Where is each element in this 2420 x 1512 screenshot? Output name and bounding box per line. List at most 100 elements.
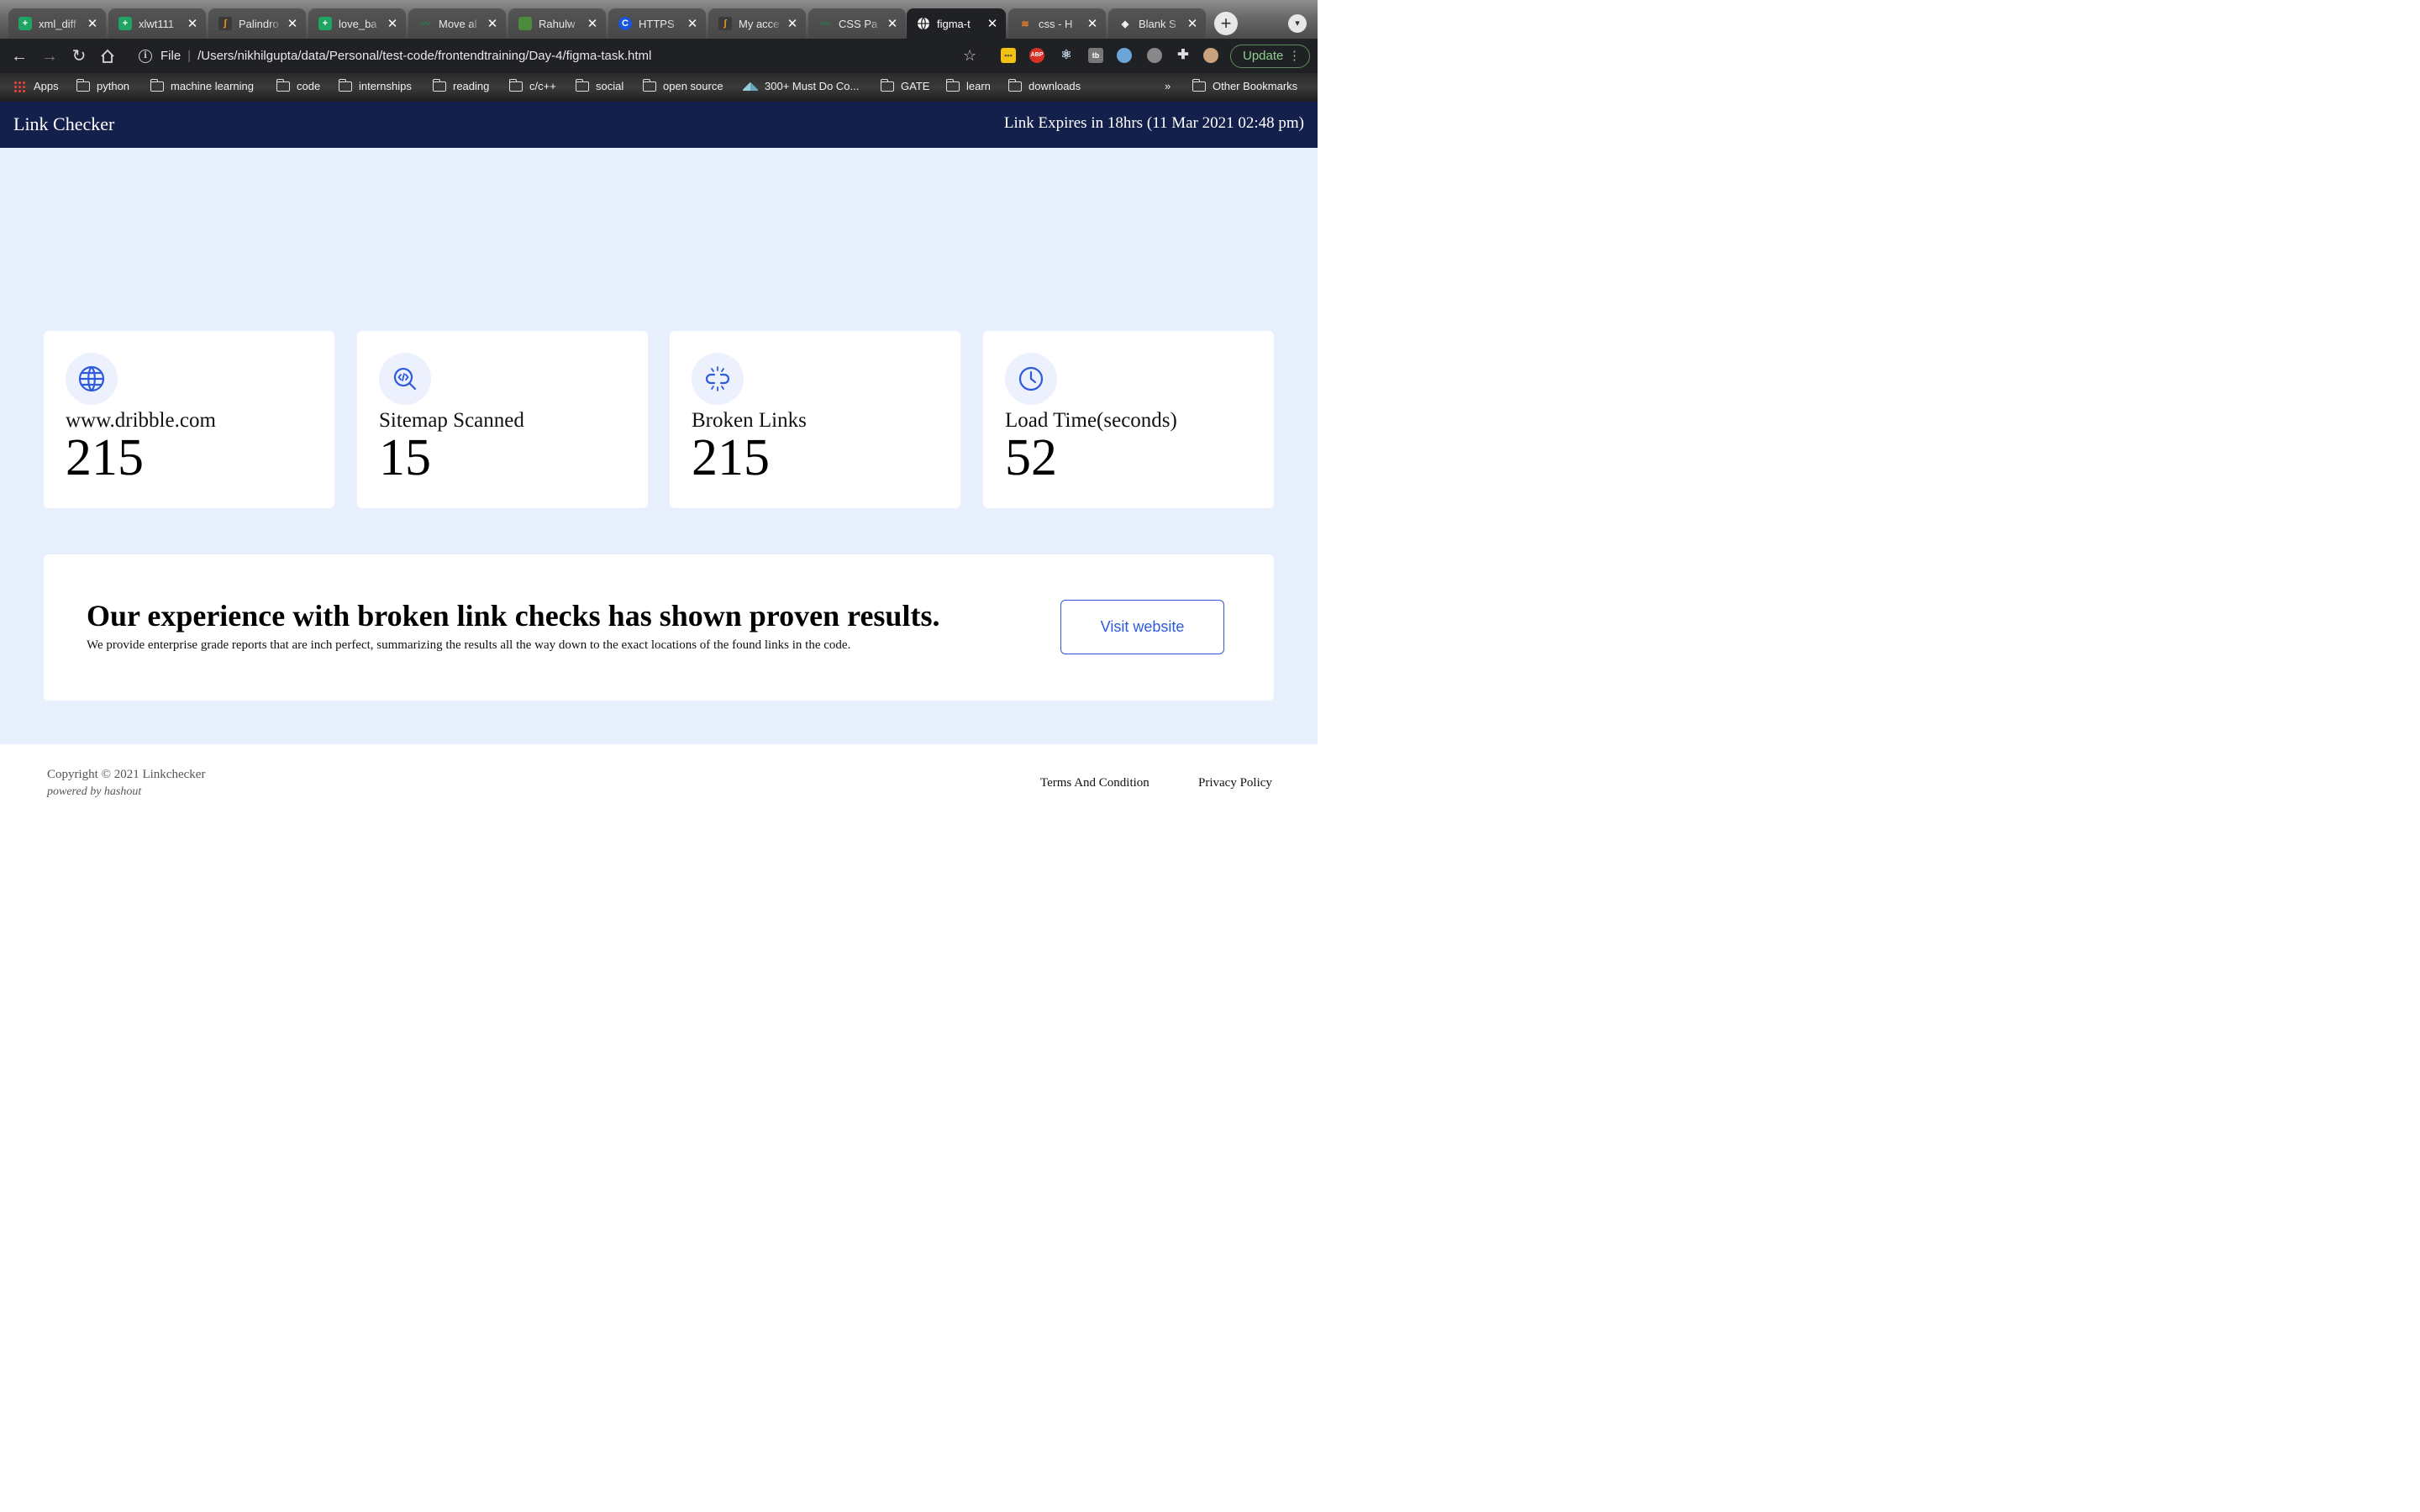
bookmark-other-bookmarks[interactable]: Other Bookmarks: [1192, 78, 1297, 92]
stat-card-broken-links: Broken Links 215: [670, 331, 960, 508]
folder-icon: [642, 78, 656, 92]
close-icon[interactable]: ✕: [286, 16, 299, 31]
bookmark-label: code: [297, 80, 321, 92]
bookmark-folder-python[interactable]: python: [76, 78, 129, 92]
tab-title: HTTPS: [639, 17, 675, 30]
powered-by-text: powered by hashout: [47, 785, 142, 798]
bookmarks-bar: Apps python machine learning code intern…: [0, 73, 1318, 102]
address-url[interactable]: /Users/nikhilgupta/data/Personal/test-co…: [197, 49, 651, 63]
folder-icon: [276, 78, 290, 92]
bookmark-folder-social[interactable]: social: [575, 78, 624, 92]
bookmark-folder-open-source[interactable]: open source: [642, 78, 723, 92]
extensions-puzzle-icon[interactable]: ✚: [1176, 48, 1191, 63]
bookmark-apps[interactable]: Apps: [13, 80, 59, 92]
tab-7[interactable]: C HTTPS ✕: [608, 8, 706, 39]
close-icon[interactable]: ✕: [786, 16, 799, 31]
tab-title: My acce: [739, 17, 780, 30]
page-viewport: Link Checker Link Expires in 18hrs (11 M…: [0, 102, 1318, 823]
tab-12[interactable]: ◈ Blank S ✕: [1108, 8, 1206, 39]
bookmark-folder-code[interactable]: code: [276, 78, 321, 92]
broken-link-icon: [692, 353, 744, 405]
update-button[interactable]: Update ⋮: [1230, 45, 1310, 68]
tab-2[interactable]: + xlwt111 ✕: [108, 8, 206, 39]
tab-6[interactable]: Rahulw ✕: [508, 8, 606, 39]
tab-title: Move al: [439, 17, 477, 30]
reload-icon[interactable]: ↻: [68, 45, 90, 67]
info-icon[interactable]: i: [139, 49, 152, 63]
bookmark-folder-gate[interactable]: GATE: [880, 78, 930, 92]
react-devtools-icon[interactable]: ⚛: [1059, 48, 1074, 63]
extension-cloud-icon[interactable]: [1117, 48, 1132, 63]
leaf-icon: [518, 17, 532, 30]
home-icon[interactable]: [97, 45, 118, 67]
close-icon[interactable]: ✕: [186, 16, 199, 31]
tab-search-icon[interactable]: ▾: [1288, 14, 1307, 33]
address-bar[interactable]: i File | /Users/nikhilgupta/data/Persona…: [129, 43, 986, 69]
terms-link[interactable]: Terms And Condition: [1040, 776, 1150, 790]
extension-tb-icon[interactable]: tb: [1088, 48, 1103, 63]
stat-card-website: www.dribble.com 215: [44, 331, 334, 508]
profile-avatar[interactable]: [1203, 48, 1218, 63]
bookmark-star-icon[interactable]: ☆: [963, 47, 976, 65]
bookmark-folder-learn[interactable]: learn: [945, 78, 991, 92]
globe-icon: [917, 17, 930, 30]
close-icon[interactable]: ✕: [686, 16, 699, 31]
tab-3[interactable]: ʃ Palindro ✕: [208, 8, 306, 39]
close-icon[interactable]: ✕: [986, 16, 999, 31]
tab-title: xml_diff: [39, 17, 76, 30]
close-icon[interactable]: ✕: [586, 16, 599, 31]
visit-website-button[interactable]: Visit website: [1060, 600, 1224, 654]
bookmark-label: GATE: [901, 80, 930, 92]
extension-toggle-icon[interactable]: [1147, 48, 1162, 63]
c-icon: C: [618, 17, 632, 30]
folder-icon: [880, 78, 894, 92]
privacy-link[interactable]: Privacy Policy: [1198, 776, 1272, 790]
bookmark-folder-internships[interactable]: internships: [338, 78, 412, 92]
results-banner: Our experience with broken link checks h…: [44, 554, 1274, 701]
bookmark-folder-downloads[interactable]: downloads: [1007, 78, 1081, 92]
codepen-icon: ◈: [1121, 18, 1129, 29]
tab-4[interactable]: + love_ba ✕: [308, 8, 406, 39]
close-icon[interactable]: ✕: [1186, 16, 1199, 31]
update-label: Update: [1243, 49, 1284, 63]
stat-value: 15: [379, 429, 431, 486]
close-icon[interactable]: ✕: [386, 16, 399, 31]
sheets-icon: +: [18, 17, 32, 30]
bookmark-folder-c-cpp[interactable]: c/c++: [508, 78, 556, 92]
tab-9[interactable]: 〰 CSS Pa ✕: [808, 8, 906, 39]
back-icon[interactable]: ←: [8, 45, 30, 67]
tab-8[interactable]: ʃ My acce ✕: [708, 8, 806, 39]
tab-figma-task-active[interactable]: figma-t ✕: [907, 8, 1006, 39]
bookmarks-overflow-chevron[interactable]: »: [1165, 80, 1171, 92]
close-icon[interactable]: ✕: [1086, 16, 1099, 31]
bookmark-folder-reading[interactable]: reading: [432, 78, 489, 92]
new-tab-button[interactable]: +: [1214, 12, 1238, 35]
tab-1[interactable]: + xml_diff ✕: [8, 8, 106, 39]
more-menu-icon[interactable]: ⋮: [1288, 45, 1301, 67]
tab-11[interactable]: ≋ css - H ✕: [1008, 8, 1106, 39]
close-icon[interactable]: ✕: [86, 16, 99, 31]
close-icon[interactable]: ✕: [486, 16, 499, 31]
bookmark-label: c/c++: [529, 80, 556, 92]
bookmark-label: Apps: [34, 80, 59, 92]
copyright-text: Copyright © 2021 Linkchecker: [47, 768, 206, 781]
close-icon[interactable]: ✕: [886, 16, 899, 31]
banner-description: We provide enterprise grade reports that…: [87, 638, 851, 652]
bookmark-folder-machine-learning[interactable]: machine learning: [150, 78, 254, 92]
forward-icon[interactable]: →: [39, 45, 60, 67]
stat-card-sitemap: Sitemap Scanned 15: [357, 331, 648, 508]
bookmark-must-do-coding[interactable]: 300+ Must Do Co...: [743, 80, 859, 92]
browser-toolbar: ← → ↻ i File | /Users/nikhilgupta/data/P…: [0, 39, 1318, 73]
bookmark-label: downloads: [1028, 80, 1081, 92]
tab-title: love_ba: [339, 17, 377, 30]
link-expiry-text: Link Expires in 18hrs (11 Mar 2021 02:48…: [1003, 114, 1304, 132]
folder-icon: [338, 78, 352, 92]
banner-heading: Our experience with broken link checks h…: [87, 599, 940, 633]
site-brand[interactable]: Link Checker: [13, 113, 114, 135]
extension-notes-icon[interactable]: ▪▪▪: [1001, 48, 1016, 63]
tab-5[interactable]: 〰 Move al ✕: [408, 8, 506, 39]
tab-strip: + xml_diff ✕ + xlwt111 ✕ ʃ Palindro ✕ + …: [0, 0, 1318, 39]
tab-title: Rahulw: [539, 17, 576, 30]
adblock-icon[interactable]: ABP: [1029, 48, 1044, 63]
bookmark-label: social: [596, 80, 624, 92]
